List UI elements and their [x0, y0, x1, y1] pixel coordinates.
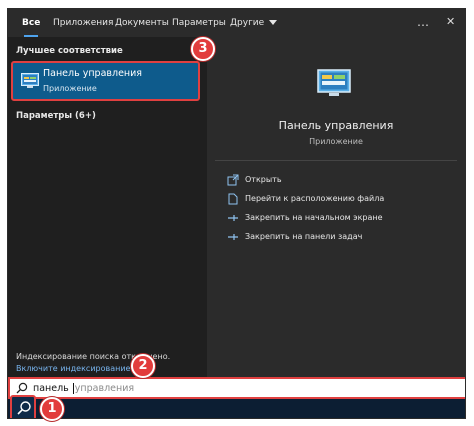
tab-more[interactable]: Другие: [230, 9, 278, 37]
search-window: Все Приложения Документы Параметры Други…: [7, 8, 466, 419]
best-match-item[interactable]: Панель управления Приложение: [11, 61, 200, 101]
pin-icon: [228, 234, 238, 240]
open-icon: [227, 174, 239, 186]
enable-indexing-link[interactable]: Включите индексирование.: [16, 364, 133, 373]
more-options-icon[interactable]: …: [417, 9, 429, 37]
search-input[interactable]: панель управления: [33, 383, 134, 394]
action-open-label: Открыть: [245, 175, 282, 184]
search-icon: [16, 382, 28, 394]
chevron-down-icon: [269, 20, 278, 25]
preview-divider: [215, 160, 457, 161]
control-panel-icon: [317, 69, 351, 96]
settings-section-heading[interactable]: Параметры (6+): [16, 111, 96, 121]
search-box[interactable]: панель управления: [8, 377, 465, 399]
search-typed-text: панель: [33, 383, 72, 394]
tab-documents[interactable]: Документы: [115, 9, 169, 37]
preview-subtitle: Приложение: [309, 137, 363, 146]
action-pin-taskbar-label: Закрепить на панели задач: [245, 232, 363, 241]
file-location-icon: [228, 193, 238, 205]
step-badge-3: 3: [191, 37, 215, 61]
best-match-subtitle: Приложение: [43, 84, 97, 93]
text-cursor: [72, 383, 74, 394]
best-match-title: Панель управления: [43, 68, 143, 79]
control-panel-icon: [21, 73, 39, 88]
tab-more-label: Другие: [230, 18, 265, 28]
action-file-location-label: Перейти к расположению файла: [245, 194, 385, 203]
close-icon[interactable]: ✕: [446, 9, 455, 37]
search-icon: [17, 401, 31, 415]
pin-icon: [228, 215, 238, 221]
filter-tabs: Все Приложения Документы Параметры Други…: [8, 9, 465, 37]
step-badge-1: 1: [40, 397, 64, 421]
tab-settings[interactable]: Параметры: [172, 9, 226, 37]
tab-all[interactable]: Все: [22, 9, 40, 37]
step-badge-2: 2: [131, 354, 155, 378]
best-match-heading: Лучшее соответствие: [16, 46, 123, 56]
preview-title: Панель управления: [278, 119, 394, 132]
action-pin-start-label: Закрепить на начальном экране: [245, 213, 383, 222]
taskbar: [8, 395, 465, 418]
preview-pane: Панель управления Приложение Открыть Пер…: [207, 37, 465, 377]
results-pane: Лучшее соответствие Панель управления Пр…: [8, 37, 204, 377]
taskbar-search-button[interactable]: [10, 395, 36, 418]
tab-apps[interactable]: Приложения: [53, 9, 113, 37]
search-autocomplete: управления: [74, 383, 135, 394]
